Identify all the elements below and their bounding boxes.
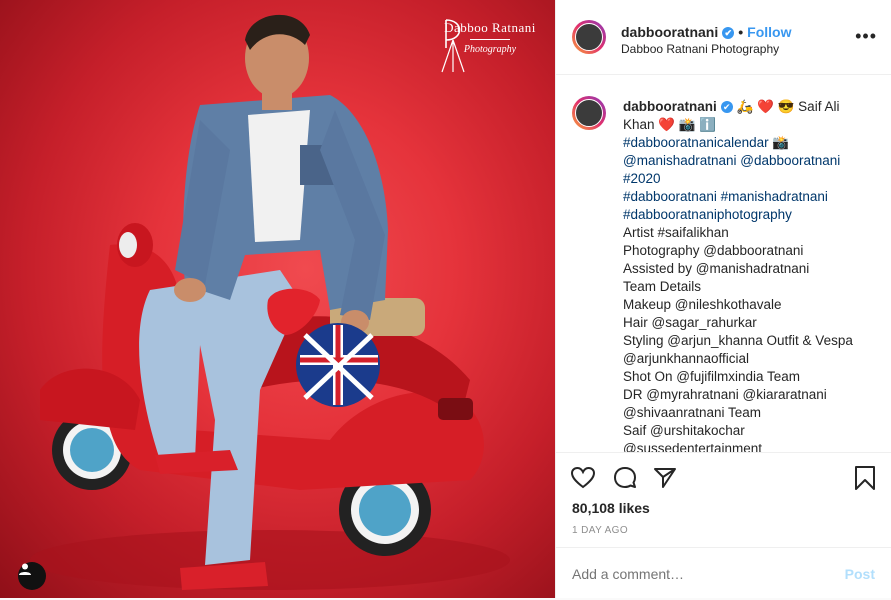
caption-line: @shivaanratnani Team (623, 405, 762, 420)
caption-line: Team Details (623, 279, 702, 294)
caption-line[interactable]: #dabbooratnaniphotography (623, 206, 873, 224)
verified-badge-icon: ✔ (722, 27, 735, 39)
comment-bar: Post (556, 547, 891, 600)
post-header: dabbooratnani ✔ • Follow Dabboo Ratnani Pho… (556, 0, 891, 75)
more-options-icon[interactable]: ••• (855, 26, 877, 47)
caption-line: @arjunkhannaofficial (623, 351, 750, 366)
watermark-divider (470, 39, 510, 40)
caption-line: Saif @urshitakochar (623, 423, 745, 438)
caption-avatar[interactable] (572, 96, 606, 130)
post-side-panel: dabbooratnani ✔ • Follow Dabboo Ratnani Pho… (555, 0, 891, 598)
author-line: dabbooratnani ✔ • Follow (621, 24, 791, 40)
caption-text: dabbooratnani ✔ 🛵 ❤️ 😎 Saif Ali Khan ❤️ 📸… (623, 98, 873, 452)
post-modal: Dabboo Ratnani Photography dabbooratnani… (0, 0, 891, 598)
author-username[interactable]: dabbooratnani (621, 24, 718, 40)
photo-illustration (30, 14, 510, 590)
caption-area: dabbooratnani ✔ 🛵 ❤️ 😎 Saif Ali Khan ❤️ 📸… (556, 74, 891, 452)
follow-button[interactable]: Follow (747, 24, 791, 40)
caption-line[interactable]: #2020 (623, 170, 873, 188)
tripod-logo-icon (441, 19, 465, 73)
caption-line: @sussedentertainment (623, 441, 763, 452)
caption-line: Shot On @fujifilmxindia Team (623, 369, 801, 384)
caption-line: Styling @arjun_khanna Outfit & Vespa (623, 333, 853, 348)
watermark-logo: Dabboo Ratnani Photography (438, 18, 542, 73)
post-photo[interactable]: Dabboo Ratnani Photography (0, 0, 555, 598)
caption-line: Photography @dabbooratnani (623, 243, 804, 258)
comment-icon[interactable] (612, 465, 638, 491)
verified-badge-icon: ✔ (720, 101, 733, 113)
post-timestamp[interactable]: 1 DAY AGO (572, 525, 628, 536)
caption-line: Artist #saifalikhan (623, 225, 729, 240)
caption-line[interactable]: #dabbooratnani #manishadratnani (623, 188, 873, 206)
separator-dot: • (738, 24, 744, 40)
caption-username[interactable]: dabbooratnani (623, 99, 717, 114)
author-subtitle[interactable]: Dabboo Ratnani Photography (621, 42, 779, 56)
tagged-user-button[interactable] (18, 562, 46, 590)
caption-line: Hair @sagar_rahurkar (623, 315, 757, 330)
save-bookmark-icon[interactable] (852, 465, 878, 491)
like-heart-icon[interactable] (570, 465, 596, 491)
caption-line[interactable]: @manishadratnani @dabbooratnani (623, 152, 873, 170)
author-avatar[interactable] (572, 20, 606, 54)
user-icon (19, 563, 31, 575)
caption-line: DR @myrahratnani @kiararatnani (623, 387, 827, 402)
comment-input[interactable] (572, 566, 812, 582)
post-actions: 80,108 likes 1 DAY AGO Post (556, 452, 891, 599)
caption-line[interactable]: #dabbooratnanicalendar 📸 (623, 134, 873, 152)
post-comment-button[interactable]: Post (845, 566, 875, 582)
caption-line: Assisted by @manishadratnani (623, 261, 810, 276)
likes-count[interactable]: 80,108 likes (572, 500, 650, 516)
share-paper-plane-icon[interactable] (652, 465, 678, 491)
caption-line: Makeup @nileshkothavale (623, 297, 782, 312)
